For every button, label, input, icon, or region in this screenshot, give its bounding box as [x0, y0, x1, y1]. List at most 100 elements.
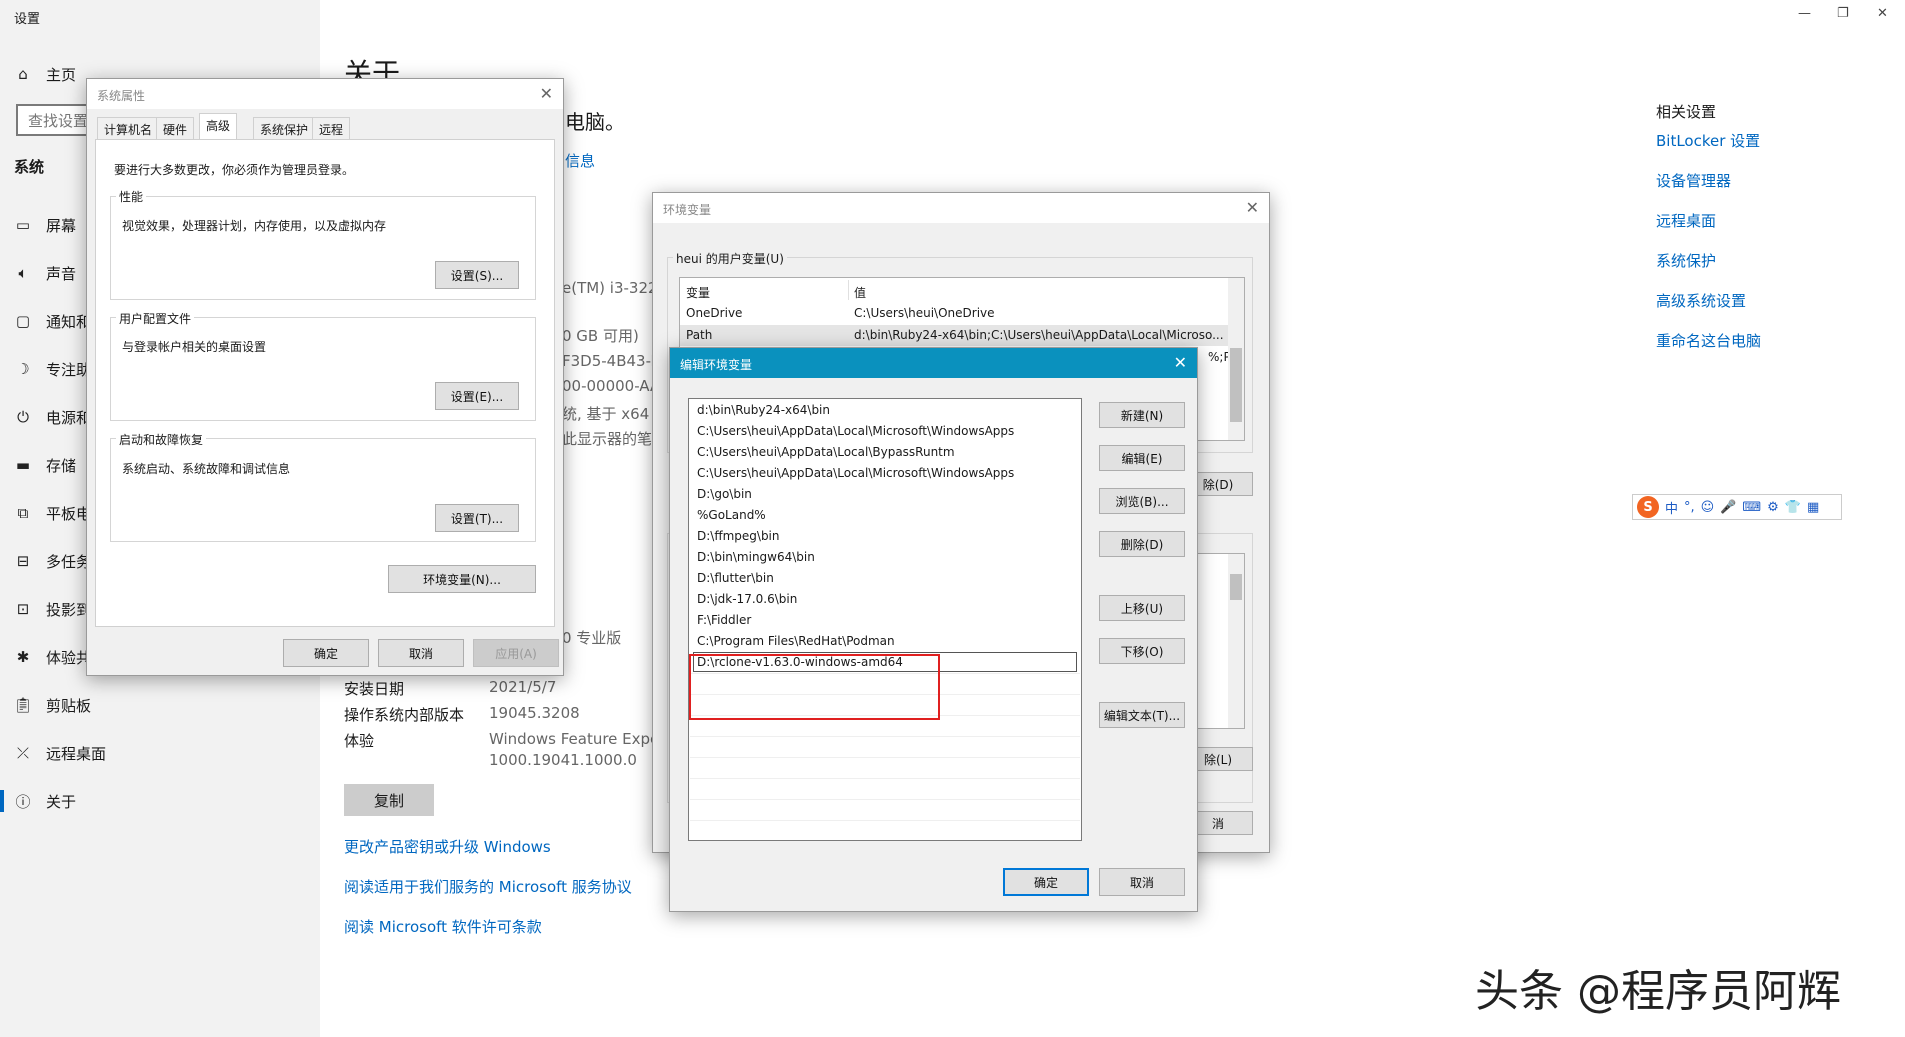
link-service-agreement[interactable]: 阅读适用于我们服务的 Microsoft 服务协议: [344, 876, 632, 897]
link-rename-pc[interactable]: 重命名这台电脑: [1656, 330, 1761, 351]
cancel-button[interactable]: 取消: [378, 639, 464, 667]
row-value: 2021/5/7: [489, 678, 557, 696]
startup-settings-button[interactable]: 设置(T)...: [435, 504, 519, 532]
ime-keyboard-icon[interactable]: ⌨: [1742, 500, 1761, 515]
group-desc: 系统启动、系统故障和调试信息: [122, 462, 291, 476]
sidebar-item-sound[interactable]: 🔈︎ 声音: [14, 261, 76, 285]
list-item[interactable]: d:\bin\Ruby24-x64\bin: [697, 400, 830, 421]
column-header-value[interactable]: 值: [854, 284, 866, 301]
tab-panel: 要进行大多数更改，你必须作为管理员登录。 性能 视觉效果，处理器计划，内存使用，…: [95, 139, 555, 627]
list-item[interactable]: D:\go\bin: [697, 484, 752, 505]
link-license-terms[interactable]: 阅读 Microsoft 软件许可条款: [344, 916, 542, 937]
scrollbar[interactable]: [1228, 278, 1244, 440]
ok-button[interactable]: 确定: [283, 639, 369, 667]
sidebar-item-about[interactable]: ⓘ 关于: [14, 789, 76, 813]
list-item[interactable]: D:\ffmpeg\bin: [697, 526, 780, 547]
list-item[interactable]: %GoLand%: [697, 505, 766, 526]
scrollbar-thumb[interactable]: [1230, 574, 1242, 600]
close-icon[interactable]: ✕: [1246, 198, 1259, 217]
close-button[interactable]: ✕: [1877, 6, 1888, 21]
sidebar-item-project[interactable]: ⊡ 投影到: [14, 597, 91, 621]
ime-menu-icon[interactable]: ▦: [1807, 500, 1819, 515]
group-label: 用户配置文件: [116, 310, 195, 327]
edit-button[interactable]: 编辑(E): [1099, 445, 1185, 471]
link-device-manager[interactable]: 设备管理器: [1656, 170, 1731, 191]
ime-lang[interactable]: 中: [1665, 498, 1678, 517]
row-label: 操作系统内部版本: [344, 706, 465, 724]
ime-voice-icon[interactable]: 🎤: [1720, 500, 1736, 515]
tab-remote[interactable]: 远程: [312, 117, 351, 139]
sidebar-item-shared[interactable]: ✱ 体验共: [14, 645, 91, 669]
table-cell[interactable]: d:\bin\Ruby24-x64\bin;C:\Users\heui\AppD…: [854, 328, 1226, 342]
restore-button[interactable]: ❐: [1837, 6, 1849, 21]
sidebar-item-focus[interactable]: ☽ 专注助: [14, 357, 91, 381]
admin-note: 要进行大多数更改，你必须作为管理员登录。: [114, 163, 355, 177]
list-item[interactable]: C:\Users\heui\AppData\Local\BypassRuntm: [697, 442, 955, 463]
link-advanced-system[interactable]: 高级系统设置: [1656, 290, 1746, 311]
ime-toolbar[interactable]: S 中 °, ☺ 🎤 ⌨ ⚙ 👕 ▦: [1632, 494, 1842, 520]
sidebar-item-power[interactable]: ⏻ 电源和: [14, 405, 91, 429]
sidebar-item-multitask[interactable]: ⊟ 多任务: [14, 549, 91, 573]
sidebar-item-display[interactable]: ▭ 屏幕: [14, 213, 76, 237]
new-button[interactable]: 新建(N): [1099, 402, 1185, 428]
delete-button[interactable]: 删除(D): [1099, 531, 1185, 557]
cancel-button[interactable]: 取消: [1099, 868, 1185, 896]
profile-settings-button[interactable]: 设置(E)...: [435, 382, 519, 410]
close-icon[interactable]: ✕: [540, 84, 553, 103]
list-item[interactable]: D:\bin\mingw64\bin: [697, 547, 815, 568]
ime-emoji-icon[interactable]: ☺: [1701, 500, 1715, 515]
list-item[interactable]: C:\Users\heui\AppData\Local\Microsoft\Wi…: [697, 463, 1014, 484]
multitask-icon: ⊟: [16, 552, 30, 570]
info-link[interactable]: 信息: [565, 150, 595, 171]
browse-button[interactable]: 浏览(B)...: [1099, 488, 1185, 514]
tab-computer-name[interactable]: 计算机名: [97, 117, 160, 139]
ok-button[interactable]: 确定: [1003, 868, 1089, 896]
spec-fragment: 统, 基于 x64: [562, 405, 650, 423]
link-remote-desktop[interactable]: 远程桌面: [1656, 210, 1716, 231]
edit-environment-variable-dialog: 编辑环境变量 ✕ d:\bin\Ruby24-x64\bin C:\Users\…: [669, 347, 1198, 912]
tablet-icon: ⧉: [17, 504, 29, 522]
tab-advanced[interactable]: 高级: [199, 113, 238, 140]
scrollbar[interactable]: [1228, 554, 1244, 728]
monitor-icon: ▭: [15, 216, 31, 234]
tab-system-protection[interactable]: 系统保护: [253, 117, 316, 139]
close-icon[interactable]: ✕: [1174, 353, 1187, 372]
minimize-button[interactable]: —: [1798, 6, 1811, 21]
sidebar-item-tablet[interactable]: ⧉ 平板电: [14, 501, 91, 525]
scrollbar-thumb[interactable]: [1230, 348, 1242, 422]
system-vars-table[interactable]: [1193, 553, 1245, 729]
dialog-title: 环境变量: [653, 193, 1269, 223]
sidebar-item-home[interactable]: ⌂ 主页: [14, 62, 76, 86]
list-item[interactable]: C:\Users\heui\AppData\Local\Microsoft\Wi…: [697, 421, 1014, 442]
table-row[interactable]: OneDrive: [686, 306, 742, 320]
link-upgrade[interactable]: 更改产品密钥或升级 Windows: [344, 836, 551, 857]
performance-settings-button[interactable]: 设置(S)...: [435, 261, 519, 289]
copy-button[interactable]: 复制: [344, 784, 434, 816]
link-bitlocker[interactable]: BitLocker 设置: [1656, 130, 1760, 151]
moon-icon: ☽: [16, 360, 30, 378]
environment-variables-button[interactable]: 环境变量(N)...: [388, 565, 536, 593]
sidebar-item-remote[interactable]: ⤫ 远程桌面: [14, 741, 106, 765]
edit-text-button[interactable]: 编辑文本(T)...: [1099, 702, 1185, 728]
list-item[interactable]: F:\Fiddler: [697, 610, 751, 631]
path-list[interactable]: d:\bin\Ruby24-x64\bin C:\Users\heui\AppD…: [688, 398, 1082, 841]
column-divider: [848, 280, 849, 300]
search-input[interactable]: 查找设置: [16, 104, 96, 136]
sidebar-item-storage[interactable]: ▬ 存储: [14, 453, 76, 477]
ime-skin-icon[interactable]: 👕: [1785, 500, 1801, 515]
link-system-protection[interactable]: 系统保护: [1656, 250, 1716, 271]
table-cell[interactable]: C:\Users\heui\OneDrive: [854, 306, 995, 320]
list-item[interactable]: D:\flutter\bin: [697, 568, 774, 589]
ime-tools-icon[interactable]: ⚙: [1767, 500, 1779, 515]
list-item[interactable]: C:\Program Files\RedHat\Podman: [697, 631, 895, 652]
tab-hardware[interactable]: 硬件: [156, 117, 195, 139]
list-item[interactable]: D:\jdk-17.0.6\bin: [697, 589, 797, 610]
move-down-button[interactable]: 下移(O): [1099, 638, 1185, 664]
ime-punct[interactable]: °,: [1684, 500, 1695, 515]
apply-button[interactable]: 应用(A): [473, 639, 559, 667]
column-header-variable[interactable]: 变量: [686, 284, 710, 301]
table-row[interactable]: Path: [686, 328, 712, 342]
sidebar-item-notifications[interactable]: ▢ 通知和: [14, 309, 91, 333]
sidebar-item-clipboard[interactable]: 📋︎ 剪贴板: [13, 693, 91, 717]
move-up-button[interactable]: 上移(U): [1099, 595, 1185, 621]
